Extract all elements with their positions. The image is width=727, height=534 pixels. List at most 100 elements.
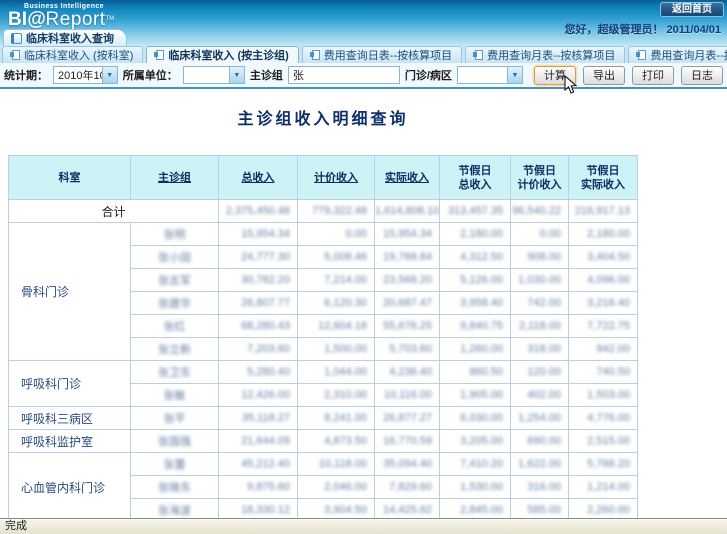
report-content: 主诊组收入明细查询 科室 主诊组 总收入 计价收入实际收入 节假日 总收入节假日 计价收… bbox=[0, 105, 727, 522]
value-cell: 942.00 bbox=[569, 338, 638, 361]
value-cell: 5,008.46 bbox=[298, 246, 375, 269]
col-header-label: 节假日 总收入 bbox=[459, 165, 492, 191]
value-cell: 6,030.00 bbox=[440, 407, 511, 430]
chevron-down-icon[interactable]: ▼ bbox=[102, 67, 117, 83]
value-cell: 2,046.00 bbox=[298, 476, 375, 499]
table-row: 呼吸科监护室张国强21,644.094,873.5016,770.593,205… bbox=[9, 430, 638, 453]
value-cell: 68,280.43 bbox=[219, 315, 298, 338]
value-cell: 216,917.13 bbox=[569, 200, 638, 223]
header-row: 科室 主诊组 总收入 计价收入实际收入 节假日 总收入节假日 计价收入节假日 实际收入 bbox=[9, 156, 638, 200]
value-cell: 1,905.00 bbox=[440, 384, 511, 407]
value-cell: 16,770.59 bbox=[375, 430, 440, 453]
col-header-0: 科室 bbox=[9, 156, 131, 200]
unit-select[interactable]: ▼ bbox=[183, 66, 245, 84]
at-icon: @ bbox=[27, 9, 46, 30]
value-cell: 1,260.00 bbox=[440, 338, 511, 361]
value-cell: 402.00 bbox=[511, 384, 569, 407]
tab-0[interactable]: 临床科室收入 (按科室) bbox=[2, 46, 143, 63]
value-cell: 4,236.40 bbox=[375, 361, 440, 384]
value-cell: 4,873.50 bbox=[298, 430, 375, 453]
tab-1[interactable]: 临床科室收入 (按主诊组) bbox=[146, 46, 298, 63]
value-cell: 10,118.00 bbox=[298, 453, 375, 476]
filter-toolbar: 统计期： 2010年10月 ▼ 所属单位： ▼ 主诊组 门诊/病区 ▼ 计算导出… bbox=[0, 63, 727, 89]
value-cell: 96,540.22 bbox=[511, 200, 569, 223]
return-home-button[interactable]: 返回首页 bbox=[660, 2, 724, 17]
value-cell: 12,604.18 bbox=[298, 315, 375, 338]
print-button[interactable]: 打印 bbox=[632, 66, 674, 85]
value-cell: 1,614,808.10 bbox=[375, 200, 440, 223]
col-header-1[interactable]: 主诊组 bbox=[131, 156, 219, 200]
value-cell: 5,788.20 bbox=[569, 453, 638, 476]
value-cell: 2,515.00 bbox=[569, 430, 638, 453]
value-cell: 2,375,450.48 bbox=[219, 200, 298, 223]
tab-3[interactable]: 费用查询月表--按核算项目 bbox=[465, 46, 625, 63]
col-header-2[interactable]: 总收入 bbox=[219, 156, 298, 200]
group-cell: 张卫东 bbox=[131, 361, 219, 384]
col-header-4[interactable]: 实际收入 bbox=[375, 156, 440, 200]
value-cell: 4,776.00 bbox=[569, 407, 638, 430]
value-cell: 4,096.00 bbox=[569, 269, 638, 292]
value-cell: 5,280.40 bbox=[219, 361, 298, 384]
group-cell: 张志军 bbox=[131, 269, 219, 292]
value-cell: 5,703.60 bbox=[375, 338, 440, 361]
value-cell: 9,840.75 bbox=[440, 315, 511, 338]
value-cell: 19,768.84 bbox=[375, 246, 440, 269]
page-title: 主诊组收入明细查询 bbox=[8, 105, 638, 129]
value-cell: 3,216.40 bbox=[569, 292, 638, 315]
value-cell: 779,322.48 bbox=[298, 200, 375, 223]
group-input[interactable] bbox=[288, 66, 400, 84]
log-button[interactable]: 日志 bbox=[681, 66, 723, 85]
value-cell: 10,116.00 bbox=[375, 384, 440, 407]
value-cell: 5,126.00 bbox=[440, 269, 511, 292]
clinic-select[interactable]: ▼ bbox=[457, 66, 523, 84]
tab-2[interactable]: 费用查询日表--按核算项目 bbox=[302, 46, 462, 63]
period-label: 统计期： bbox=[4, 67, 48, 83]
value-cell: 21,644.09 bbox=[219, 430, 298, 453]
col-header-6: 节假日 计价收入 bbox=[511, 156, 569, 200]
primary-tab-label: 临床科室收入查询 bbox=[26, 30, 114, 46]
calculate-button[interactable]: 计算 bbox=[534, 66, 576, 85]
report-tab-bar: 临床科室收入 (按科室)临床科室收入 (按主诊组) 费用查询日表--按核算项目 费用… bbox=[0, 46, 727, 63]
group-cell: 张小田 bbox=[131, 246, 219, 269]
value-cell: 1,622.00 bbox=[511, 453, 569, 476]
value-cell: 45,212.40 bbox=[219, 453, 298, 476]
export-button[interactable]: 导出 bbox=[583, 66, 625, 85]
group-cell: 张明 bbox=[131, 223, 219, 246]
tab-label: 费用查询日表--按核算项目 bbox=[324, 47, 452, 63]
value-cell: 30,782.20 bbox=[219, 269, 298, 292]
tab-label: 费用查询月表--按核算项目 bbox=[487, 47, 615, 63]
primary-tab-income-query[interactable]: 临床科室收入查询 bbox=[3, 29, 127, 46]
group-cell: 张建华 bbox=[131, 292, 219, 315]
value-cell: 15,954.34 bbox=[375, 223, 440, 246]
value-cell: 7,214.00 bbox=[298, 269, 375, 292]
value-cell: 2,180.00 bbox=[569, 223, 638, 246]
value-cell: 120.00 bbox=[511, 361, 569, 384]
value-cell: 1,500.00 bbox=[298, 338, 375, 361]
group-cell: 张国强 bbox=[131, 430, 219, 453]
value-cell: 55,676.25 bbox=[375, 315, 440, 338]
col-header-label: 主诊组 bbox=[158, 172, 191, 184]
col-header-label: 节假日 计价收入 bbox=[518, 165, 562, 191]
value-cell: 318.00 bbox=[511, 338, 569, 361]
col-header-label: 实际收入 bbox=[385, 172, 429, 184]
value-cell: 2,118.00 bbox=[511, 315, 569, 338]
tab-4[interactable]: 费用查询月表--按科室 bbox=[628, 46, 727, 63]
value-cell: 3,404.50 bbox=[569, 246, 638, 269]
value-cell: 690.00 bbox=[511, 430, 569, 453]
dept-cell: 呼吸科三病区 bbox=[9, 407, 131, 430]
chevron-down-icon[interactable]: ▼ bbox=[229, 67, 244, 83]
period-select[interactable]: 2010年10月 ▼ bbox=[53, 66, 118, 84]
dept-cell: 骨科门诊 bbox=[9, 223, 131, 361]
value-cell: 9,875.60 bbox=[219, 476, 298, 499]
value-cell: 23,568.20 bbox=[375, 269, 440, 292]
value-cell: 24,777.30 bbox=[219, 246, 298, 269]
value-cell: 12,426.00 bbox=[219, 384, 298, 407]
col-header-7: 节假日 实际收入 bbox=[569, 156, 638, 200]
col-header-label: 总收入 bbox=[242, 172, 275, 184]
value-cell: 35,094.40 bbox=[375, 453, 440, 476]
value-cell: 15,954.34 bbox=[219, 223, 298, 246]
total-row: 合计2,375,450.48779,322.481,614,808.10313,… bbox=[9, 200, 638, 223]
value-cell: 7,203.60 bbox=[219, 338, 298, 361]
chevron-down-icon[interactable]: ▼ bbox=[507, 67, 522, 83]
col-header-3[interactable]: 计价收入 bbox=[298, 156, 375, 200]
